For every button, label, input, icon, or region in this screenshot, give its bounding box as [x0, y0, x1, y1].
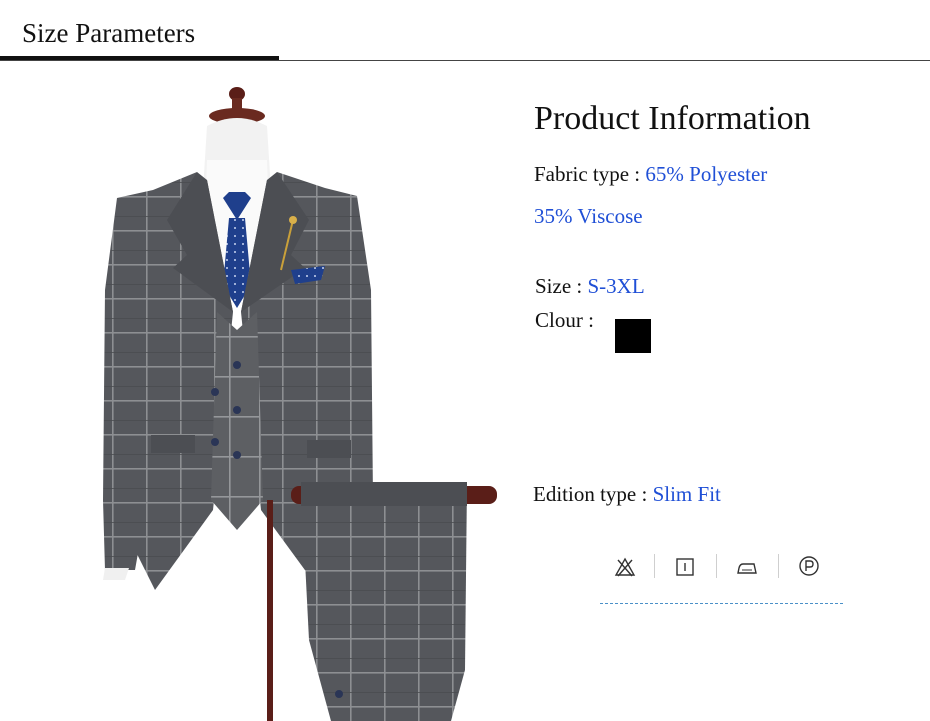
care-divider	[654, 554, 655, 578]
care-divider	[778, 554, 779, 578]
iron-icon	[737, 563, 757, 574]
tumble-dry-icon	[676, 558, 694, 576]
colour-swatch	[615, 319, 651, 353]
product-photo	[103, 87, 497, 721]
section-title: Size Parameters	[22, 18, 196, 48]
trousers	[301, 482, 467, 721]
size-value: S-3XL	[587, 274, 645, 298]
section-header: Size Parameters	[0, 0, 930, 64]
edition-label: Edition type :	[533, 482, 653, 506]
edition-row: Edition type : Slim Fit	[533, 482, 721, 507]
care-underline	[600, 603, 843, 604]
edition-value: Slim Fit	[652, 482, 721, 506]
care-icons	[606, 548, 842, 584]
size-label: Size :	[535, 274, 588, 298]
product-info-title: Product Information	[534, 100, 811, 137]
care-divider	[716, 554, 717, 578]
header-divider	[0, 60, 930, 61]
size-row: Size : S-3XL	[535, 274, 645, 299]
fabric-row: Fabric type : 65% Polyester	[534, 162, 767, 187]
fabric-value-1: 65% Polyester	[645, 162, 768, 186]
stand-pole	[267, 500, 273, 721]
fabric-value-2: 35% Viscose	[534, 204, 643, 228]
dry-clean-p-icon	[799, 556, 819, 576]
colour-label: Clour :	[535, 308, 594, 332]
fabric-label: Fabric type :	[534, 162, 646, 186]
no-bleach-icon	[614, 557, 636, 577]
